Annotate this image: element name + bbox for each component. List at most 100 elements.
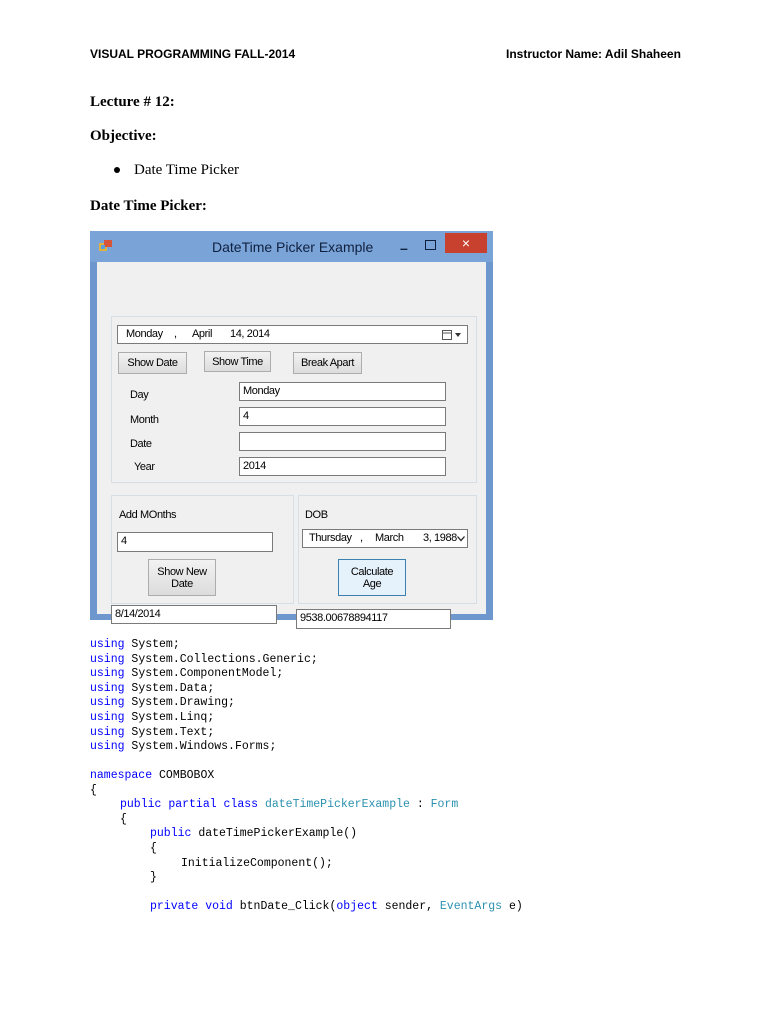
date-field[interactable] — [239, 432, 446, 451]
param-sender: sender, — [384, 900, 433, 914]
using-line: using System.Windows.Forms; — [90, 740, 276, 755]
base-class-name: Form — [430, 798, 459, 812]
brace-line: { — [150, 842, 157, 855]
keyword-class: class — [223, 798, 259, 812]
keyword-using: using — [90, 725, 125, 739]
using-line: using System.Collections.Generic; — [90, 653, 318, 668]
keyword-using: using — [90, 638, 125, 651]
objective-heading: Objective: — [90, 128, 157, 144]
event-args-type: EventArgs — [439, 900, 503, 914]
keyword-using: using — [90, 740, 125, 754]
keyword-namespace: namespace — [90, 769, 153, 782]
date-label: Date — [130, 438, 152, 450]
method-name: btnDate_Click( — [239, 900, 337, 914]
keyword-using: using — [90, 696, 125, 710]
constructor-signature: dateTimePickerExample() — [198, 827, 358, 841]
date-picker-weekday: Monday — [126, 328, 163, 340]
break-apart-button[interactable]: Break Apart — [293, 352, 362, 374]
keyword-using: using — [90, 711, 125, 724]
add-months-label: Add MOnths — [119, 509, 177, 521]
param-e: e) — [508, 900, 523, 914]
form-window-screenshot: DateTime Picker Example – × Monday , Apr… — [90, 231, 493, 629]
constructor-line: public dateTimePickerExample() — [150, 827, 357, 842]
using-target: System; — [131, 638, 180, 651]
dob-picker-sep: , — [360, 532, 363, 544]
show-new-date-button-line1: Show New — [157, 565, 207, 578]
age-field[interactable]: 9538.00678894117 — [296, 609, 451, 629]
keyword-object: object — [336, 900, 378, 914]
add-months-field[interactable]: 4 — [117, 532, 273, 552]
init-call-line: InitializeComponent(); — [181, 856, 333, 870]
colon: : — [416, 798, 424, 812]
using-line: using System.Data; — [90, 682, 214, 697]
month-field[interactable]: 4 — [239, 407, 446, 426]
day-field[interactable]: Monday — [239, 382, 446, 401]
class-declaration-line: public partial class dateTimePickerExamp… — [120, 798, 458, 813]
using-target: System.Data; — [131, 681, 215, 695]
header-course: VISUAL PROGRAMMING FALL-2014 — [90, 47, 296, 61]
keyword-public: public — [150, 827, 192, 841]
using-line: using System.Drawing; — [90, 696, 235, 711]
chevron-down-icon[interactable] — [457, 536, 465, 542]
year-label: Year — [134, 461, 155, 473]
keyword-public: public — [120, 798, 162, 812]
keyword-void: void — [205, 900, 233, 914]
dob-picker-weekday: Thursday — [309, 532, 352, 544]
calculate-age-button-line2: Age — [362, 577, 382, 590]
using-target: System.Windows.Forms; — [131, 740, 277, 754]
month-label: Month — [130, 414, 159, 426]
dob-picker-date: 3, 1988 — [423, 532, 457, 544]
objective-item: Date Time Picker — [114, 162, 239, 179]
using-target: System.Text; — [131, 725, 215, 739]
form-title: DateTime Picker Example — [212, 239, 374, 255]
show-date-button[interactable]: Show Date — [118, 352, 187, 374]
maximize-icon[interactable] — [425, 240, 436, 250]
dob-picker-month: March — [375, 532, 404, 544]
date-picker-date: 14, 2014 — [230, 328, 270, 340]
using-line: using System; — [90, 638, 180, 653]
brace-line: { — [120, 812, 127, 826]
app-icon — [99, 240, 112, 251]
minimize-icon[interactable]: – — [400, 240, 408, 256]
new-date-field[interactable]: 8/14/2014 — [111, 605, 277, 624]
brace-line: } — [150, 871, 157, 885]
namespace-name: COMBOBOX — [159, 769, 215, 782]
objective-item-text: Date Time Picker — [134, 162, 239, 178]
method-declaration-line: private void btnDate_Click(object sender… — [150, 900, 523, 915]
keyword-partial: partial — [168, 798, 217, 812]
using-line: using System.Linq; — [90, 711, 214, 726]
section-heading: Date Time Picker: — [90, 198, 207, 214]
day-label: Day — [130, 389, 149, 401]
calculate-age-button-line1: Calculate — [350, 565, 394, 578]
form-client-area: Monday , April 14, 2014 Show Date Show T… — [97, 262, 486, 629]
brace-line: { — [90, 783, 97, 797]
using-target: System.Drawing; — [131, 696, 235, 710]
class-name: dateTimePickerExample — [264, 798, 410, 812]
using-target: System.Linq; — [131, 711, 215, 724]
using-line: using System.ComponentModel; — [90, 667, 283, 682]
namespace-line: namespace COMBOBOX — [90, 769, 214, 784]
show-new-date-button-line2: Date — [171, 577, 193, 590]
header-instructor: Instructor Name: Adil Shaheen — [506, 47, 681, 61]
close-icon[interactable]: × — [445, 233, 487, 253]
date-picker-sep: , — [174, 328, 177, 340]
lecture-title: Lecture # 12: — [90, 94, 175, 110]
show-new-date-button[interactable]: Show New Date — [148, 559, 216, 596]
dob-picker[interactable]: Thursday , March 3, 1988 — [302, 529, 468, 548]
date-picker[interactable]: Monday , April 14, 2014 — [117, 325, 468, 344]
using-target: System.ComponentModel; — [131, 667, 284, 681]
keyword-using: using — [90, 681, 125, 695]
calendar-dropdown-icon[interactable] — [442, 329, 462, 341]
using-line: using System.Text; — [90, 726, 214, 741]
dob-label: DOB — [305, 509, 328, 521]
keyword-using: using — [90, 667, 125, 681]
keyword-private: private — [150, 900, 199, 914]
calculate-age-button[interactable]: Calculate Age — [338, 559, 406, 596]
using-target: System.Collections.Generic; — [131, 652, 318, 666]
year-field[interactable]: 2014 — [239, 457, 446, 476]
date-picker-month: April — [192, 328, 213, 340]
keyword-using: using — [90, 652, 125, 666]
show-time-button[interactable]: Show Time — [204, 351, 271, 372]
bullet-icon — [114, 166, 120, 173]
form-titlebar: DateTime Picker Example – × — [90, 231, 493, 262]
